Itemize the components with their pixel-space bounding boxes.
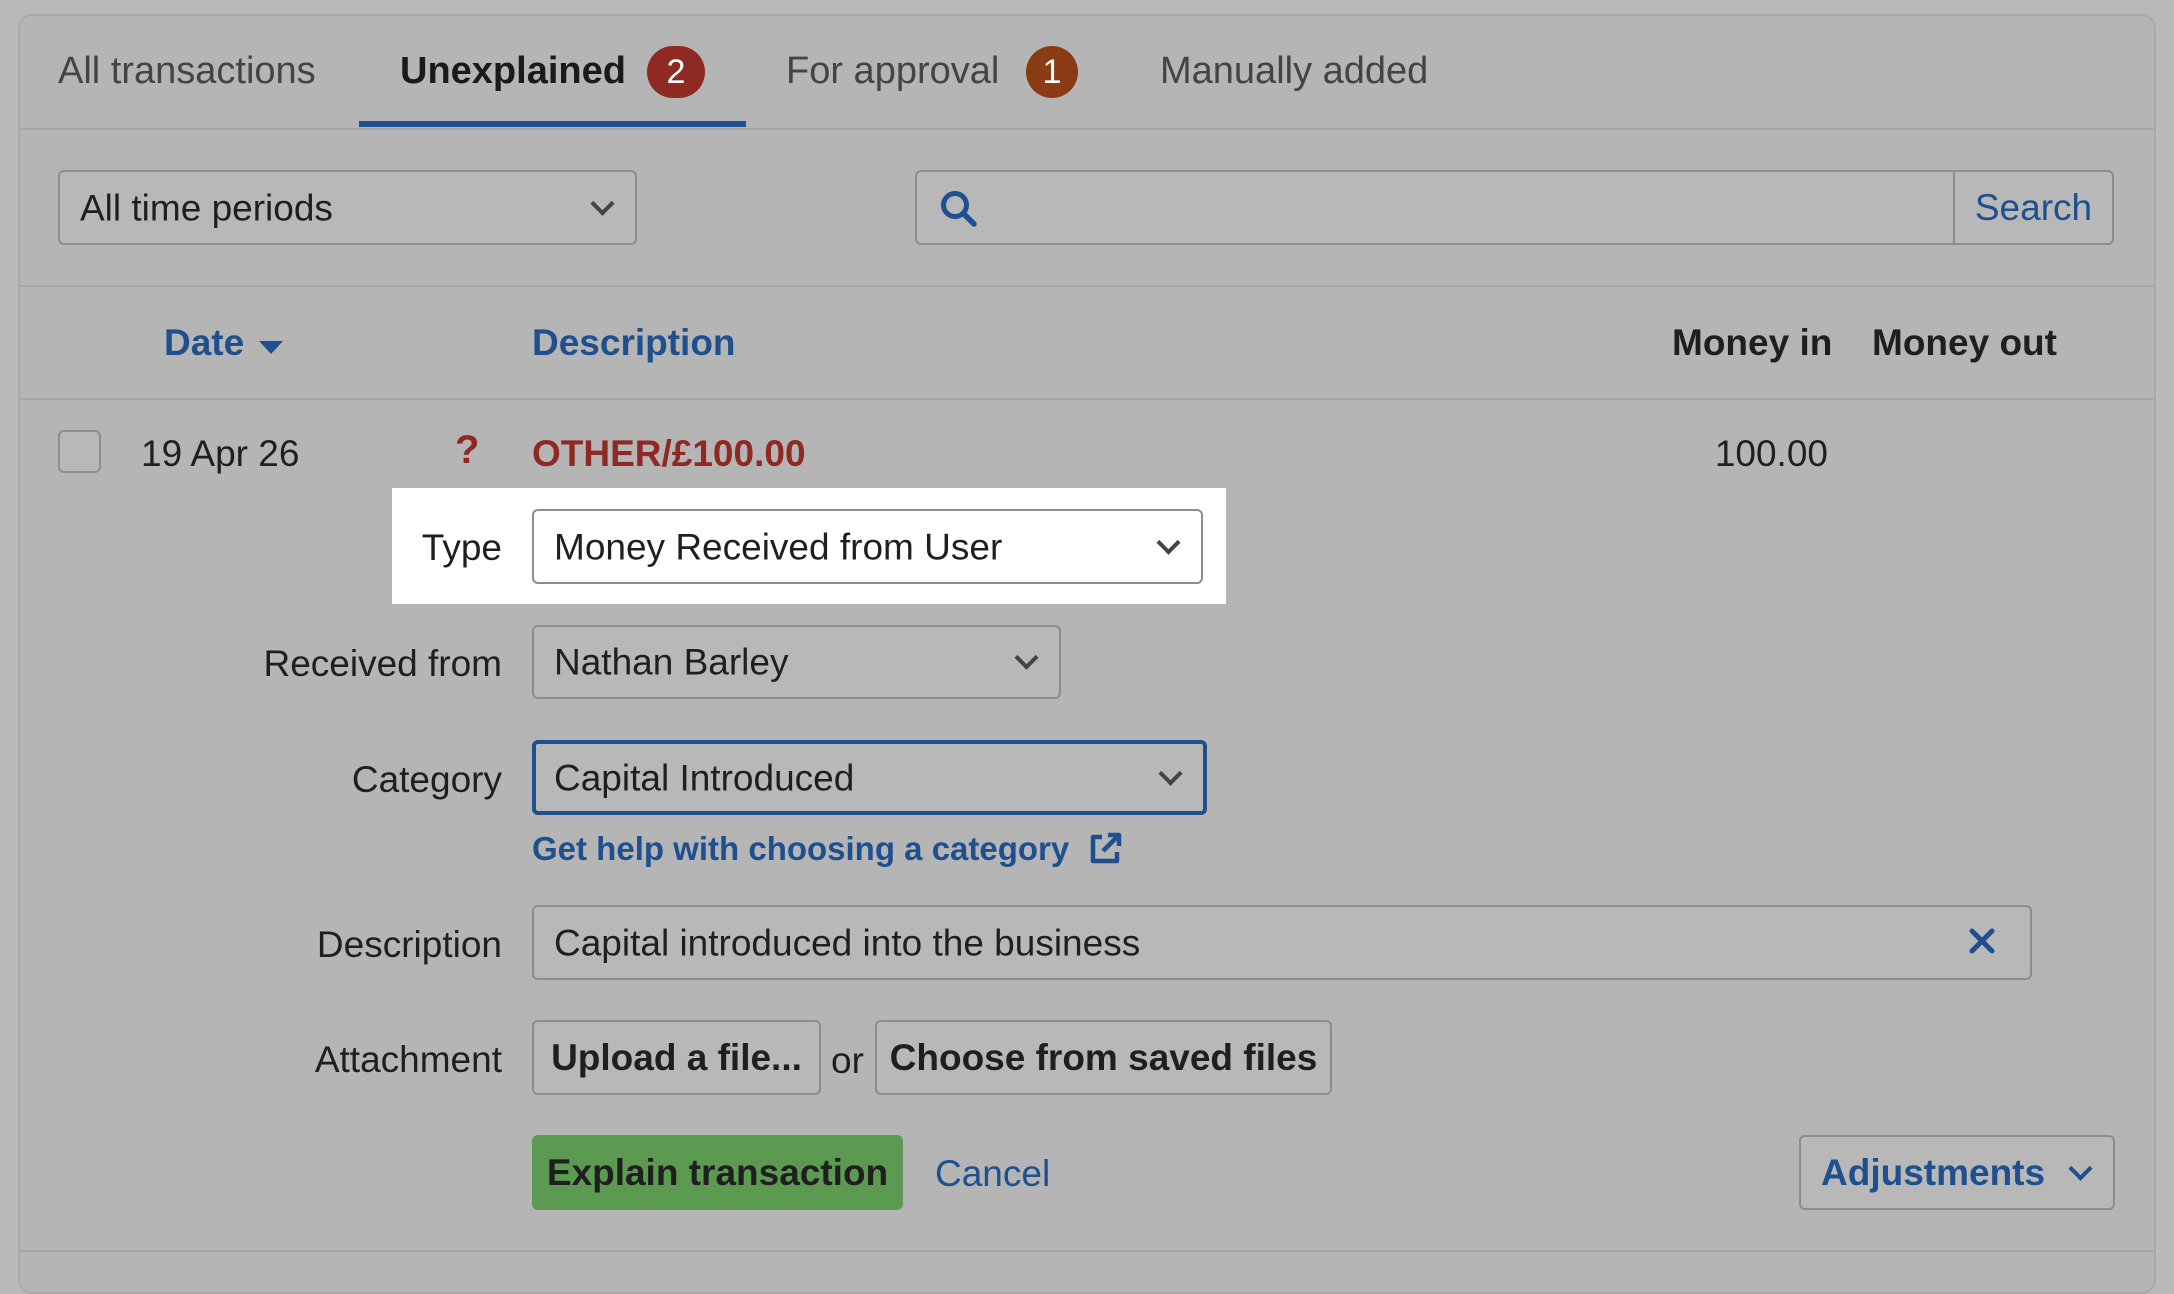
tab-for-approval[interactable]: For approval bbox=[786, 48, 999, 94]
category-label: Category bbox=[351, 759, 502, 800]
money-in-value: 100.00 bbox=[1714, 433, 1828, 474]
chevron-down-icon bbox=[1156, 530, 1181, 555]
description-value: Capital introduced into the business bbox=[554, 922, 1141, 963]
row-bottom-divider bbox=[18, 1250, 2154, 1252]
adjustments-label: Adjustments bbox=[1821, 1152, 2046, 1193]
chevron-down-icon bbox=[2068, 1156, 2093, 1181]
tab-manually-added[interactable]: Manually added bbox=[1160, 48, 1428, 94]
external-link-icon bbox=[1091, 832, 1122, 864]
active-tab-indicator bbox=[359, 121, 746, 127]
approval-count-badge: 1 bbox=[1026, 46, 1078, 98]
type-label: Type bbox=[421, 527, 502, 568]
header-divider bbox=[18, 398, 2154, 400]
time-period-select[interactable]: All time periods bbox=[58, 170, 637, 245]
category-help-link[interactable]: Get help with choosing a category bbox=[532, 830, 1124, 868]
search-input[interactable] bbox=[997, 172, 1947, 243]
date-column-header[interactable]: Date bbox=[164, 322, 284, 364]
tab-all-transactions[interactable]: All transactions bbox=[58, 48, 316, 94]
chevron-down-icon bbox=[1014, 645, 1039, 670]
category-help-text: Get help with choosing a category bbox=[532, 830, 1070, 867]
tab-unexplained[interactable]: Unexplained bbox=[400, 48, 626, 94]
description-input[interactable]: Capital introduced into the business bbox=[532, 905, 2032, 980]
unexplained-question-icon: ? bbox=[455, 428, 480, 472]
received-from-label: Received from bbox=[263, 643, 502, 684]
attachment-label: Attachment bbox=[314, 1039, 502, 1080]
transaction-date: 19 Apr 26 bbox=[141, 433, 300, 474]
chevron-down-icon bbox=[590, 191, 615, 216]
explain-transaction-button[interactable]: Explain transaction bbox=[532, 1135, 903, 1210]
received-from-value: Nathan Barley bbox=[554, 641, 789, 683]
money-in-column-header: Money in bbox=[1672, 322, 1833, 363]
transaction-description: OTHER/£100.00 bbox=[532, 433, 806, 474]
description-label: Description bbox=[316, 924, 502, 965]
cancel-link[interactable]: Cancel bbox=[935, 1153, 1050, 1195]
upload-file-button[interactable]: Upload a file... bbox=[532, 1020, 821, 1095]
money-out-column-header: Money out bbox=[1872, 322, 2057, 363]
chevron-down-icon bbox=[1158, 761, 1183, 786]
type-select[interactable]: Money Received from User bbox=[532, 509, 1203, 584]
category-value: Capital Introduced bbox=[554, 757, 855, 798]
row-checkbox[interactable] bbox=[58, 430, 101, 473]
or-text: or bbox=[831, 1040, 864, 1081]
sort-desc-icon bbox=[259, 341, 284, 354]
search-button[interactable]: Search bbox=[1955, 172, 2112, 243]
unexplained-count-badge: 2 bbox=[647, 46, 705, 98]
search-icon bbox=[941, 191, 977, 227]
type-value: Money Received from User bbox=[554, 526, 1003, 567]
search-box: Search bbox=[915, 170, 2114, 245]
date-header-label: Date bbox=[164, 322, 245, 363]
time-period-value: All time periods bbox=[80, 187, 333, 228]
category-select[interactable]: Capital Introduced bbox=[532, 740, 1207, 815]
description-column-header[interactable]: Description bbox=[532, 322, 736, 364]
adjustments-button[interactable]: Adjustments bbox=[1799, 1135, 2115, 1210]
tabs-divider bbox=[18, 128, 2154, 130]
filters-divider bbox=[18, 285, 2154, 287]
received-from-select[interactable]: Nathan Barley bbox=[532, 625, 1061, 699]
clear-icon[interactable] bbox=[1968, 927, 1996, 955]
choose-saved-files-button[interactable]: Choose from saved files bbox=[875, 1020, 1332, 1095]
